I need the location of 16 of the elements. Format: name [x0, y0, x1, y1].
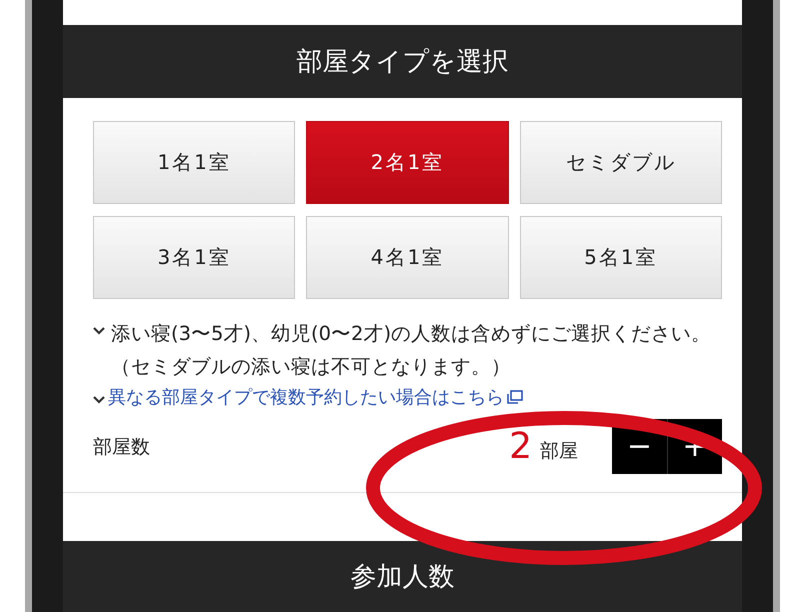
room-type-button[interactable]: 4名1室	[306, 216, 509, 299]
room-count-value: 2	[509, 426, 532, 467]
room-count-label: 部屋数	[93, 434, 150, 460]
multi-booking-link[interactable]: 異なる部屋タイプで複数予約したい場合はこちら	[108, 385, 504, 409]
external-window-icon	[507, 390, 523, 404]
room-type-button[interactable]: 2名1室	[306, 121, 509, 204]
room-type-button[interactable]: 1名1室	[93, 121, 296, 204]
room-type-button[interactable]: セミダブル	[520, 121, 722, 204]
check-icon	[93, 325, 105, 335]
note-text: 添い寝(3〜5才)、幼児(0〜2才)の人数は含めずにご選択ください。（セミダブルの添い寝は不可となります。）	[111, 321, 712, 380]
room-count-unit: 部屋	[540, 438, 578, 464]
check-icon	[93, 394, 105, 404]
room-type-button[interactable]: 3名1室	[93, 216, 296, 299]
section-title: 部屋タイプを選択	[296, 46, 508, 79]
room-type-button[interactable]: 5名1室	[520, 216, 722, 299]
section-title: 参加人数	[350, 561, 454, 594]
